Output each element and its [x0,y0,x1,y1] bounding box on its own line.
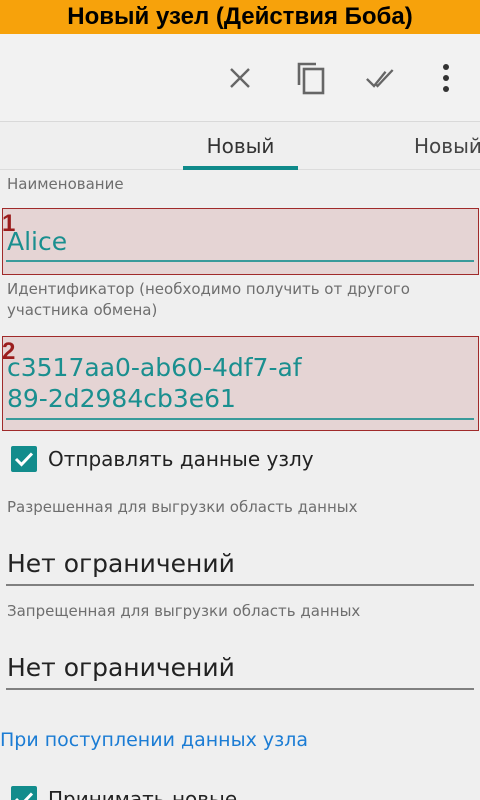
accept-new-label[interactable]: Принимать новые [48,787,237,800]
window-title: Новый узел (Действия Боба) [67,3,413,30]
name-label: Наименование [7,175,124,193]
name-underline [6,260,474,262]
id-label: Идентификатор (необходимо получить от др… [7,280,410,319]
tab-indicator [183,166,298,170]
done-all-icon[interactable] [366,62,398,94]
action-toolbar [0,34,480,122]
tab-new-next[interactable]: Новый [414,122,480,170]
id-underline [6,418,474,420]
allowed-area-value[interactable]: Нет ограничений [7,549,235,578]
name-input[interactable]: Alice [7,226,67,257]
send-data-checkbox[interactable] [11,446,37,472]
tab-bar: Новый Новый [0,122,480,170]
allowed-area-label: Разрешенная для выгрузки область данных [7,498,358,516]
accept-new-checkbox[interactable] [11,786,37,800]
close-icon[interactable] [224,62,256,94]
copy-icon[interactable] [295,62,327,95]
forbidden-area-underline [6,688,474,690]
check-icon [14,452,34,467]
send-data-label[interactable]: Отправлять данные узлу [48,447,314,471]
id-input[interactable]: c3517aa0-ab60-4df7-af89-2d2984cb3e61 [7,352,307,414]
forbidden-area-label: Запрещенная для выгрузки область данных [7,602,361,620]
on-receive-section-link[interactable]: При поступлении данных узла [0,729,308,751]
tab-new-active[interactable]: Новый [183,122,298,170]
allowed-area-underline [6,584,474,586]
forbidden-area-value[interactable]: Нет ограничений [7,653,235,682]
check-icon [15,792,34,800]
more-vert-icon[interactable] [430,62,462,94]
window-title-bar: Новый узел (Действия Боба) [0,0,480,34]
name-highlight-box [2,208,479,275]
